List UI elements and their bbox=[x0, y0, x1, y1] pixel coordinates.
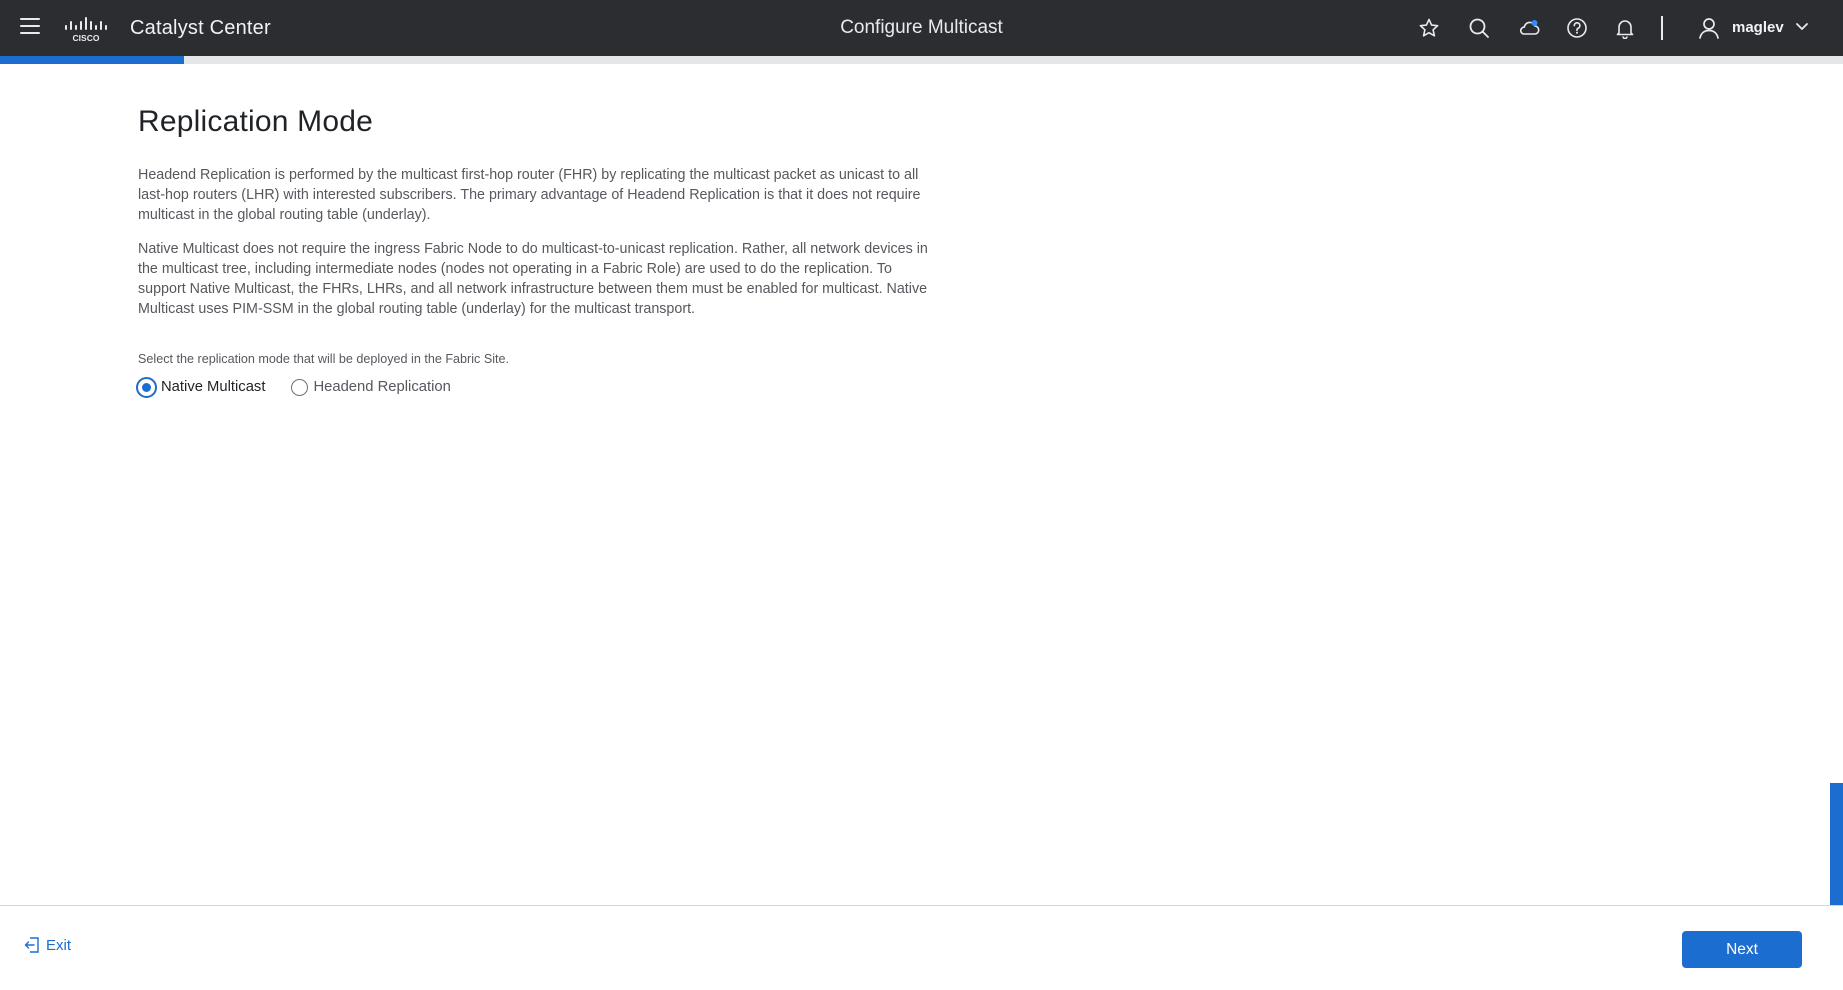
exit-icon bbox=[24, 937, 39, 953]
headend-replication-label[interactable]: Headend Replication bbox=[313, 379, 450, 395]
exit-button[interactable]: Exit bbox=[24, 936, 71, 954]
native-multicast-radio[interactable] bbox=[136, 376, 157, 398]
next-button[interactable]: Next bbox=[1682, 931, 1802, 968]
user-icon[interactable] bbox=[1697, 16, 1721, 40]
help-icon[interactable] bbox=[1566, 17, 1588, 39]
search-icon[interactable] bbox=[1468, 17, 1490, 39]
page-heading: Replication Mode bbox=[138, 105, 373, 138]
wizard-footer: Exit Next bbox=[0, 905, 1843, 990]
exit-label[interactable]: Exit bbox=[46, 937, 71, 954]
svg-text:CISCO: CISCO bbox=[73, 33, 100, 42]
headend-replication-option[interactable]: Headend Replication bbox=[291, 378, 451, 396]
username[interactable]: maglev bbox=[1732, 19, 1784, 36]
star-icon[interactable] bbox=[1418, 17, 1440, 39]
cloud-icon[interactable] bbox=[1518, 17, 1540, 39]
main-content: Replication Mode Headend Replication is … bbox=[136, 105, 943, 398]
toolbar-divider bbox=[1661, 16, 1663, 40]
side-scroll-indicator[interactable] bbox=[1830, 783, 1843, 915]
replication-mode-radio-group: Native Multicast Headend Replication bbox=[136, 376, 943, 398]
wizard-progress-fill bbox=[0, 56, 185, 64]
bell-icon[interactable] bbox=[1614, 17, 1636, 40]
wizard-progress-bar bbox=[0, 56, 1843, 64]
headend-replication-description: Headend Replication is performed by the … bbox=[138, 167, 921, 223]
native-multicast-label[interactable]: Native Multicast bbox=[161, 379, 265, 395]
native-multicast-option[interactable]: Native Multicast bbox=[136, 376, 265, 398]
replication-mode-prompt: Select the replication mode that will be… bbox=[138, 352, 510, 366]
menu-icon[interactable] bbox=[20, 18, 40, 34]
native-multicast-description: Native Multicast does not require the in… bbox=[138, 241, 928, 317]
chevron-down-icon[interactable] bbox=[1795, 22, 1809, 32]
top-navigation-bar: CISCO Catalyst Center Configure Multicas… bbox=[0, 0, 1843, 56]
cisco-logo: CISCO bbox=[65, 17, 107, 42]
product-name: Catalyst Center bbox=[130, 17, 271, 39]
headend-replication-radio[interactable] bbox=[291, 378, 309, 396]
